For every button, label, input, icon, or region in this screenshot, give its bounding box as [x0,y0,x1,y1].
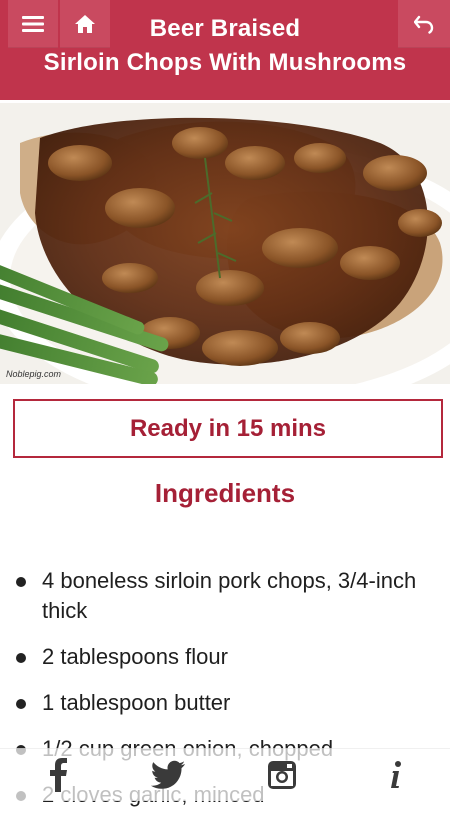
twitter-icon [150,760,185,789]
ready-time-label: Ready in 15 mins [129,414,327,442]
recipe-photo: Noblepig.com [0,103,450,384]
info-icon [391,761,401,788]
list-item: 4 boneless sirloin pork chops, 3/4-inch … [14,566,434,626]
ingredient-text: 4 boneless sirloin pork chops, 3/4-inch … [42,568,417,623]
instagram-icon [268,761,296,789]
list-item: 1 tablespoon butter [14,688,434,718]
instagram-button[interactable] [262,755,302,795]
bullet-icon [16,653,26,663]
ingredients-heading: Ingredients [154,478,296,508]
app-header: Beer Braised Sirloin Chops With Mushroom… [0,0,450,100]
photo-watermark: Noblepig.com [6,369,62,379]
bullet-icon [16,577,26,587]
page-title-line1: Beer Braised [149,15,301,42]
ingredient-text: 1 tablespoon butter [42,690,231,715]
page-title-line2: Sirloin Chops With Mushrooms [43,49,407,76]
bullet-icon [16,699,26,709]
facebook-icon [50,758,67,792]
ingredient-text: 2 tablespoons flour [42,644,228,669]
page-title: Beer Braised Sirloin Chops With Mushroom… [0,12,450,80]
info-button[interactable] [376,755,416,795]
twitter-button[interactable] [148,755,188,795]
list-item: 2 tablespoons flour [14,642,434,672]
ready-time-box: Ready in 15 mins [13,399,443,458]
facebook-button[interactable] [38,755,78,795]
share-bar [0,748,450,801]
recipe-photo-illustration [0,103,450,384]
